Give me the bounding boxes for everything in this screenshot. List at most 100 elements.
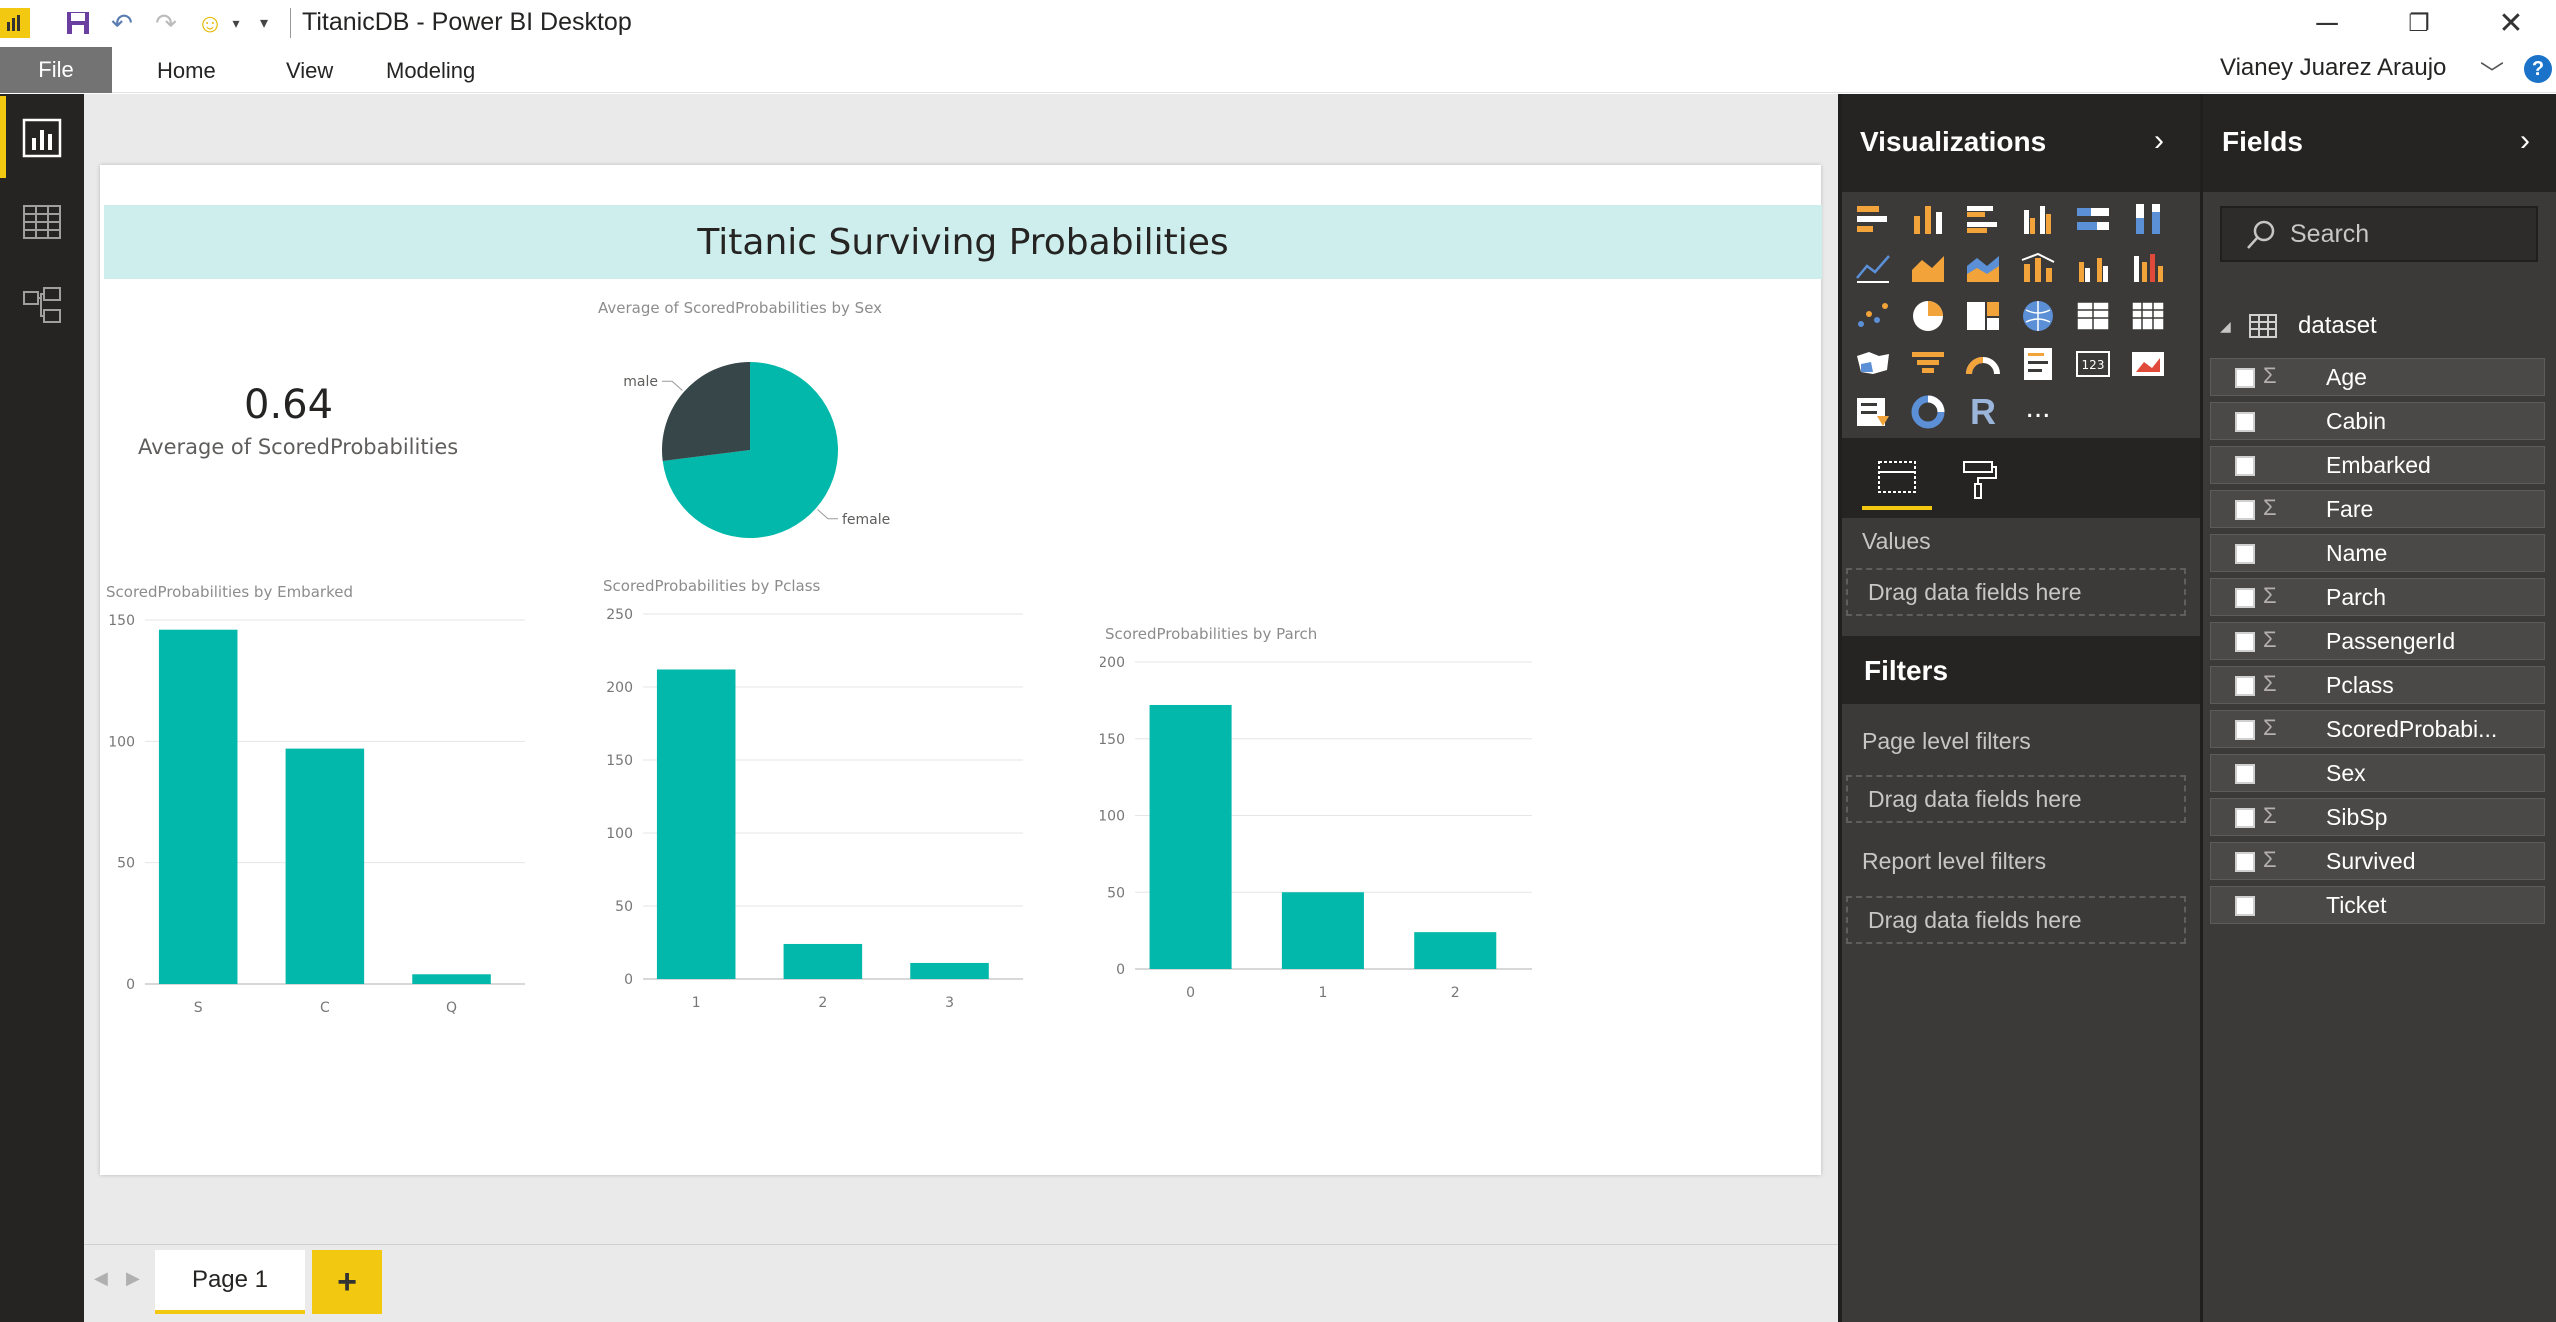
- field-checkbox[interactable]: [2235, 764, 2255, 784]
- treemap-icon[interactable]: [1963, 296, 2003, 336]
- scroll-left-icon[interactable]: ◀: [94, 1268, 108, 1289]
- field-item-9[interactable]: Sex: [2210, 754, 2545, 792]
- field-item-7[interactable]: Σ Pclass: [2210, 666, 2545, 704]
- bar-2[interactable]: [1414, 932, 1497, 969]
- field-item-12[interactable]: Ticket: [2210, 886, 2545, 924]
- stacked-area-chart-icon[interactable]: [1963, 248, 2003, 288]
- field-checkbox[interactable]: [2235, 456, 2255, 476]
- bar-2[interactable]: [783, 943, 863, 979]
- parch-bar-chart[interactable]: 0 50 100 150 200 0 1 2: [1100, 645, 1540, 1015]
- field-checkbox[interactable]: [2235, 720, 2255, 740]
- fields-wells-tab-icon[interactable]: [1862, 450, 1932, 510]
- dataset-table-name[interactable]: dataset: [2298, 312, 2377, 340]
- pclass-bar-chart[interactable]: 0 50 100 150 200 250 1 2 3: [598, 600, 1030, 1020]
- funnel-icon[interactable]: [1908, 344, 1948, 384]
- filled-map-icon[interactable]: [1853, 344, 1893, 384]
- gauge-icon[interactable]: [1963, 344, 2003, 384]
- field-checkbox[interactable]: [2235, 500, 2255, 520]
- file-tab[interactable]: File: [0, 47, 112, 93]
- ribbon-collapse-icon[interactable]: ﹀: [2480, 54, 2504, 89]
- donut-chart-icon[interactable]: [1908, 392, 1948, 432]
- field-item-4[interactable]: Name: [2210, 534, 2545, 572]
- tab-view[interactable]: View: [286, 58, 333, 84]
- expand-table-icon[interactable]: ◢: [2220, 318, 2231, 335]
- scroll-right-icon[interactable]: ▶: [126, 1268, 140, 1289]
- clustered-column-chart-icon[interactable]: [2018, 200, 2058, 240]
- field-checkbox[interactable]: [2235, 676, 2255, 696]
- data-view-icon[interactable]: [0, 180, 84, 264]
- area-chart-icon[interactable]: [1908, 248, 1948, 288]
- format-paint-roller-icon[interactable]: [1948, 450, 2008, 510]
- minimize-icon[interactable]: ─: [2282, 0, 2372, 47]
- field-item-3[interactable]: Σ Fare: [2210, 490, 2545, 528]
- field-item-0[interactable]: Σ Age: [2210, 358, 2545, 396]
- collapse-visualizations-icon[interactable]: ›: [2154, 124, 2164, 158]
- bar-1[interactable]: [656, 669, 736, 979]
- bar-C[interactable]: [285, 748, 365, 984]
- 100-stacked-column-chart-icon[interactable]: [2128, 200, 2168, 240]
- slicer-icon[interactable]: [1853, 392, 1893, 432]
- add-page-button[interactable]: +: [312, 1250, 382, 1314]
- bar-S[interactable]: [158, 629, 238, 984]
- customize-toolbar-icon[interactable]: ▾: [252, 6, 276, 40]
- field-item-11[interactable]: Σ Survived: [2210, 842, 2545, 880]
- report-title[interactable]: Titanic Surviving Probabilities: [104, 205, 1822, 279]
- stacked-column-chart-icon[interactable]: [1908, 200, 1948, 240]
- help-icon[interactable]: ?: [2524, 55, 2552, 83]
- line-chart-icon[interactable]: [1853, 248, 1893, 288]
- field-checkbox[interactable]: [2235, 808, 2255, 828]
- line-and-stacked-column-icon[interactable]: [2018, 248, 2058, 288]
- field-item-2[interactable]: Embarked: [2210, 446, 2545, 484]
- card-icon[interactable]: 123: [2073, 344, 2113, 384]
- restore-icon[interactable]: ❐: [2374, 0, 2464, 47]
- ribbon-chart-icon[interactable]: [2128, 248, 2168, 288]
- bar-0[interactable]: [1149, 704, 1232, 969]
- collapse-fields-icon[interactable]: ›: [2520, 124, 2530, 158]
- field-checkbox[interactable]: [2235, 852, 2255, 872]
- field-item-5[interactable]: Σ Parch: [2210, 578, 2545, 616]
- bar-1[interactable]: [1281, 892, 1364, 969]
- report-view-icon[interactable]: [0, 96, 84, 180]
- matrix-icon[interactable]: [2128, 296, 2168, 336]
- map-icon[interactable]: [2018, 296, 2058, 336]
- field-checkbox[interactable]: [2235, 588, 2255, 608]
- field-checkbox[interactable]: [2235, 544, 2255, 564]
- r-script-visual-icon[interactable]: R: [1963, 391, 2003, 432]
- field-item-8[interactable]: Σ ScoredProbabi...: [2210, 710, 2545, 748]
- tab-modeling[interactable]: Modeling: [386, 58, 475, 84]
- field-item-1[interactable]: Cabin: [2210, 402, 2545, 440]
- kpi-icon[interactable]: [2128, 344, 2168, 384]
- pie-slice-male[interactable]: [662, 362, 750, 462]
- field-item-6[interactable]: Σ PassengerId: [2210, 622, 2545, 660]
- clustered-bar-chart-icon[interactable]: [1963, 200, 2003, 240]
- bar-Q[interactable]: [412, 974, 491, 984]
- close-icon[interactable]: ✕: [2466, 0, 2556, 47]
- redo-icon[interactable]: ↷: [148, 6, 184, 40]
- more-visuals-icon[interactable]: ...: [2018, 388, 2058, 428]
- card-value[interactable]: 0.64: [244, 382, 333, 428]
- field-checkbox[interactable]: [2235, 368, 2255, 388]
- bar-3[interactable]: [910, 962, 989, 979]
- page-tab-1[interactable]: Page 1: [155, 1250, 305, 1314]
- scatter-chart-icon[interactable]: [1853, 296, 1893, 336]
- pie-chart-icon[interactable]: [1908, 296, 1948, 336]
- report-level-filters-drop-zone[interactable]: Drag data fields here: [1846, 896, 2186, 944]
- 100-stacked-bar-chart-icon[interactable]: [2073, 200, 2113, 240]
- field-checkbox[interactable]: [2235, 412, 2255, 432]
- table-icon[interactable]: [2073, 296, 2113, 336]
- field-checkbox[interactable]: [2235, 896, 2255, 916]
- values-drop-zone[interactable]: Drag data fields here: [1846, 568, 2186, 616]
- page-level-filters-drop-zone[interactable]: Drag data fields here: [1846, 775, 2186, 823]
- stacked-bar-chart-icon[interactable]: [1853, 200, 1893, 240]
- multi-row-card-icon[interactable]: [2018, 344, 2058, 384]
- smiley-feedback-icon[interactable]: ☺: [192, 6, 228, 40]
- undo-icon[interactable]: ↶: [104, 6, 140, 40]
- smiley-dropdown-icon[interactable]: ▾: [228, 6, 244, 40]
- embarked-bar-chart[interactable]: 0 50 100 150 S C Q: [100, 605, 530, 1025]
- user-name[interactable]: Vianey Juarez Araujo: [2220, 54, 2446, 82]
- save-icon[interactable]: [60, 6, 96, 40]
- line-and-clustered-column-icon[interactable]: [2073, 248, 2113, 288]
- tab-home[interactable]: Home: [157, 58, 216, 84]
- field-item-10[interactable]: Σ SibSp: [2210, 798, 2545, 836]
- relationships-view-icon[interactable]: [0, 264, 84, 348]
